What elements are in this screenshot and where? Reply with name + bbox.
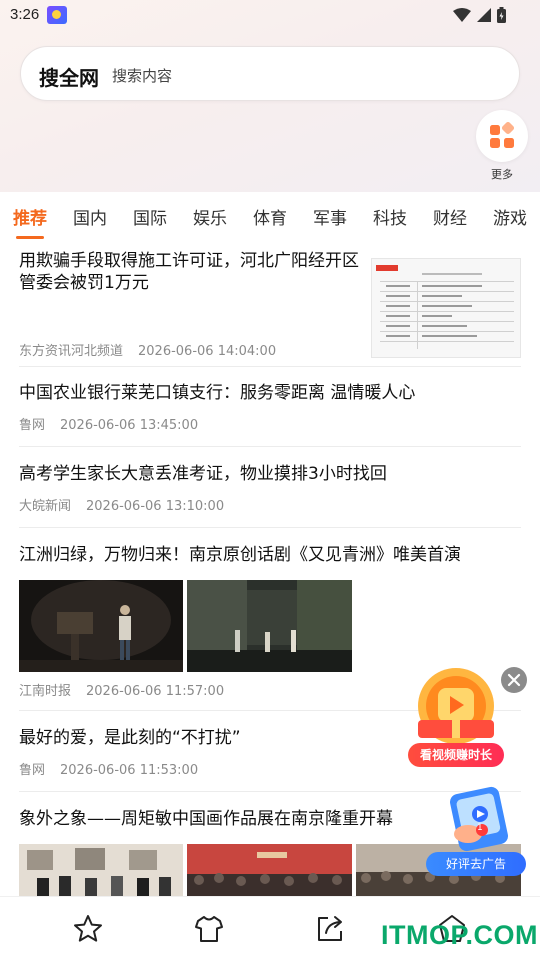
search-logo: 搜全网 [39,66,99,90]
status-time: 3:26 [10,6,40,23]
stage-photo [19,580,183,672]
news-title: 中国农业银行莱芜口镇支行：服务零距离 温情暖人心 [19,383,416,403]
news-meta: 大皖新闻 2026-06-06 13:10:00 [19,495,224,514]
tab-international[interactable]: 国际 [133,204,167,229]
wifi-icon [453,8,471,22]
document-image [372,259,520,357]
video-gift-icon [418,668,494,744]
tab-entertainment[interactable]: 娱乐 [193,204,227,229]
watch-video-earn-time-widget[interactable]: 看视频赚时长 [406,666,506,770]
phone-review-icon [450,786,508,852]
news-time: 2026-06-06 11:53:00 [60,763,199,778]
review-remove-ads-widget[interactable]: 1 好评去广告 [424,786,528,878]
news-time: 2026-06-06 14:04:00 [138,344,277,359]
news-source: 鲁网 [19,418,46,433]
star-icon[interactable] [72,913,104,945]
share-icon[interactable] [314,913,346,945]
tab-finance[interactable]: 财经 [433,204,467,229]
news-title: 高考学生家长大意丢准考证，物业摸排3小时找回 [19,464,387,484]
tab-underline [16,236,44,239]
watermark: ITMOP.COM [381,920,539,950]
news-title: 江洲归绿，万物归来！南京原创话剧《又见青洲》唯美首演 [19,545,461,565]
tab-recommend[interactable]: 推荐 [13,204,47,229]
news-source: 江南时报 [19,684,72,699]
tab-domestic[interactable]: 国内 [73,204,107,229]
more-grid-icon [490,121,515,148]
notification-app-icon [47,6,67,24]
more-circle [476,110,528,162]
exhibition-photo [187,844,352,896]
stage-photo [187,580,352,672]
news-source: 鲁网 [19,763,46,778]
news-thumbnail-document [371,258,521,358]
news-thumbnail-stage-2 [187,580,352,672]
exhibition-photo [19,844,183,896]
review-label: 好评去广告 [426,852,526,876]
news-time: 2026-06-06 11:57:00 [86,684,225,699]
signal-icon [477,8,491,22]
news-thumbnail-exhibition-2 [187,844,352,896]
category-tabs: 推荐 国内 国际 娱乐 体育 军事 科技 财经 游戏 [0,192,540,240]
watch-video-label: 看视频赚时长 [408,743,504,767]
news-time: 2026-06-06 13:10:00 [86,499,225,514]
close-icon [507,673,521,687]
tab-military[interactable]: 军事 [313,204,347,229]
news-item[interactable]: 高考学生家长大意丢准考证，物业摸排3小时找回 大皖新闻 2026-06-06 13… [19,463,521,523]
shirt-icon[interactable] [193,913,225,945]
news-item[interactable]: 中国农业银行莱芜口镇支行：服务零距离 温情暖人心 鲁网 2026-06-06 13… [19,382,521,442]
news-source: 大皖新闻 [19,499,72,514]
news-title: 用欺骗手段取得施工许可证，河北广阳经开区管委会被罚1万元 [19,251,359,293]
tab-games[interactable]: 游戏 [493,204,527,229]
search-bar[interactable]: 搜全网 搜索内容 [20,46,520,101]
divider [19,446,521,447]
news-thumbnail-stage-1 [19,580,183,672]
news-source: 东方资讯河北频道 [19,344,124,359]
more-button[interactable]: 更多 [476,110,528,182]
status-bar: 3:26 [0,0,540,32]
tab-tech[interactable]: 科技 [373,204,407,229]
news-meta: 江南时报 2026-06-06 11:57:00 [19,680,224,699]
divider [19,366,521,367]
news-time: 2026-06-06 13:45:00 [60,418,199,433]
news-meta: 鲁网 2026-06-06 13:45:00 [19,414,198,433]
news-item[interactable]: 用欺骗手段取得施工许可证，河北广阳经开区管委会被罚1万元 东方资讯河北频道 202… [19,250,521,368]
close-float-button[interactable] [501,667,527,693]
news-thumbnail-exhibition-1 [19,844,183,896]
status-icons [453,7,506,23]
more-label: 更多 [491,168,513,181]
tab-sports[interactable]: 体育 [253,204,287,229]
review-badge: 1 [477,823,483,833]
news-meta: 东方资讯河北频道 2026-06-06 14:04:00 [19,340,276,359]
battery-icon [497,7,506,23]
search-input[interactable]: 搜索内容 [112,65,172,86]
divider [19,527,521,528]
news-meta: 鲁网 2026-06-06 11:53:00 [19,759,198,778]
